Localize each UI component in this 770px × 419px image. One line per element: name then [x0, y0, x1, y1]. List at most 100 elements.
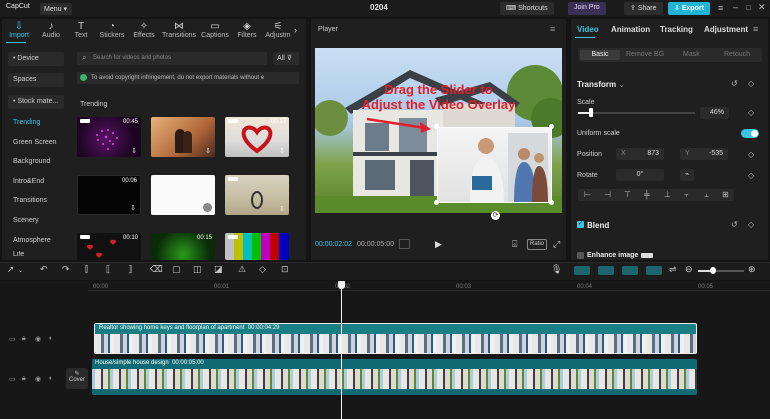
snapshot-icon[interactable]: ⌻ [512, 239, 517, 250]
shortcuts-button[interactable]: ⌨ Shortcuts [500, 2, 554, 15]
eye-icon[interactable]: ◉ [35, 375, 41, 383]
export-button[interactable]: ⇩ Export [668, 2, 710, 15]
tab-animation[interactable]: Animation [611, 25, 650, 34]
tab-adjustment-right[interactable]: Adjustment [704, 25, 748, 34]
select-dropdown-icon[interactable]: ⌄ [18, 267, 23, 274]
align-left-icon[interactable]: ⊢ [584, 190, 591, 199]
subtab-retouch[interactable]: Retouch [724, 51, 750, 58]
linkage-icon[interactable] [622, 266, 638, 275]
resize-handle[interactable] [549, 124, 554, 129]
main-clip[interactable]: House/simple house design 00:00:05:00 [92, 359, 697, 395]
menu-button[interactable]: Menu ▾ [40, 3, 72, 15]
sidebar-item-life[interactable]: Life [8, 251, 64, 260]
maximize-icon[interactable]: □ [746, 3, 751, 12]
download-icon[interactable]: ⇩ [279, 147, 285, 155]
chevron-right-icon[interactable]: › [294, 25, 297, 35]
mute-icon[interactable]: ◖ [48, 335, 52, 342]
track-preview-icon[interactable]: ▭ [9, 375, 16, 383]
zoom-slider-handle[interactable] [710, 267, 716, 274]
tab-tracking[interactable]: Tracking [660, 25, 693, 34]
uniform-scale-toggle[interactable] [741, 129, 759, 138]
media-thumb[interactable] [225, 233, 289, 260]
close-icon[interactable]: ✕ [758, 2, 766, 13]
align-bottom-icon[interactable]: ⫟ [684, 190, 689, 200]
scale-keyframe-icon[interactable]: ◇ [748, 108, 754, 117]
minimize-icon[interactable]: – [733, 2, 738, 12]
align-center-v-icon[interactable]: ⊥ [664, 190, 671, 199]
undo-icon[interactable]: ↶ [40, 264, 48, 275]
download-icon[interactable]: ⇩ [131, 147, 137, 155]
media-thumb[interactable]: 00:45 ⇩ [77, 117, 141, 157]
preview-axis-icon[interactable] [646, 266, 662, 275]
sidebar-item-background[interactable]: Background [8, 155, 64, 169]
media-thumb[interactable]: 00:15 [151, 233, 215, 260]
download-icon[interactable]: ⇩ [205, 147, 211, 155]
scale-slider-handle[interactable] [589, 108, 593, 117]
track-preview-icon[interactable]: ▭ [9, 335, 16, 343]
download-icon[interactable]: ⇩ [279, 205, 285, 213]
sidebar-item-transitions[interactable]: Transitions [8, 194, 64, 208]
playhead-handle[interactable] [338, 281, 345, 289]
tab-text[interactable]: T Text [64, 21, 98, 39]
tab-captions[interactable]: ▭ Captions [198, 21, 232, 39]
reverse-icon[interactable]: ◪ [214, 264, 223, 275]
align-center-h-icon[interactable]: ⊣ [604, 190, 611, 199]
zoom-in-icon[interactable]: ⊕ [748, 264, 756, 275]
enhance-checkbox[interactable] [577, 252, 584, 259]
sidebar-stock-materials[interactable]: • Stock mate... [8, 95, 64, 109]
resize-handle[interactable] [549, 200, 554, 205]
split-icon[interactable]: ⫿ [85, 264, 88, 275]
position-keyframe-icon[interactable]: ◇ [748, 150, 754, 159]
sidebar-item-intro-end[interactable]: Intro&End [8, 175, 64, 189]
align-top-icon[interactable]: ╪ [644, 190, 650, 199]
media-thumb[interactable]: ⇩ [225, 175, 289, 215]
distribute-icon[interactable]: ⫠ [704, 190, 709, 200]
align-right-icon[interactable]: ⊤ [624, 190, 631, 199]
rotate-field[interactable]: 0° [616, 169, 664, 181]
fullscreen-icon[interactable]: ⤢ [553, 239, 560, 250]
select-tool-icon[interactable]: ➚ [7, 264, 15, 275]
overlay-video[interactable] [437, 127, 552, 203]
player-menu-icon[interactable]: ≡ [550, 24, 555, 34]
position-x-field[interactable]: X 873 [616, 148, 664, 160]
split-right-icon[interactable]: ⟧ [128, 264, 132, 275]
blend-reset-icon[interactable]: ↺ [731, 220, 738, 229]
rotate-handle-icon[interactable]: ⟳ [491, 211, 500, 220]
tab-stickers[interactable]: ◔ Stickers [95, 21, 129, 39]
auto-snap-icon[interactable] [598, 266, 614, 275]
sidebar-item-atmosphere[interactable]: Atmosphere [8, 234, 64, 248]
join-pro-button[interactable]: Join Pro [568, 2, 606, 15]
subtab-remove-bg[interactable]: Remove BG [626, 51, 664, 58]
subtab-basic[interactable]: Basic [580, 50, 620, 60]
tab-import[interactable]: ⇩ Import [2, 21, 36, 39]
delete-icon[interactable]: ⌫ [150, 264, 163, 275]
subtab-mask[interactable]: Mask [683, 51, 700, 58]
lock-icon[interactable]: 🔒︎ [22, 335, 26, 343]
tab-effects[interactable]: ✧ Effects [127, 21, 161, 39]
sidebar-device[interactable]: • Device [8, 52, 64, 66]
media-thumb[interactable]: 00:17 ⇩ [225, 117, 289, 157]
overlay-clip[interactable]: Realtor showing home keys and floorplan … [94, 323, 697, 354]
tab-filters[interactable]: ◈ Filters [230, 21, 264, 39]
freeze-icon[interactable]: ▢ [172, 264, 181, 275]
sidebar-item-green-screen[interactable]: Green Screen [8, 136, 64, 150]
mute-icon[interactable]: ◖ [48, 375, 52, 382]
share-button[interactable]: ⇪ Share [624, 2, 663, 15]
tab-video[interactable]: Video [577, 25, 599, 34]
keyframe-tool-icon[interactable]: ◇ [259, 264, 266, 275]
playhead-line[interactable] [341, 281, 342, 419]
media-thumb[interactable]: ⇩ [151, 117, 215, 157]
redo-icon[interactable]: ↷ [62, 264, 70, 275]
video-preview[interactable]: Drag the Slider to Adjust the Video Over… [315, 48, 562, 213]
resize-handle[interactable] [434, 200, 439, 205]
play-icon[interactable]: ▶ [435, 239, 442, 250]
blend-checkbox[interactable]: ✓ [577, 221, 584, 228]
cover-button[interactable]: ✎ Cover [66, 368, 88, 389]
hamburger-icon[interactable]: ≡ [718, 3, 723, 13]
media-thumb[interactable] [151, 175, 215, 215]
rotate-keyframe-icon[interactable]: ◇ [748, 171, 754, 180]
blend-keyframe-icon[interactable]: ◇ [748, 220, 754, 229]
scale-value-field[interactable]: 46% [700, 107, 729, 119]
resize-handle[interactable] [434, 124, 439, 129]
timecode-grid-icon[interactable] [399, 239, 410, 249]
